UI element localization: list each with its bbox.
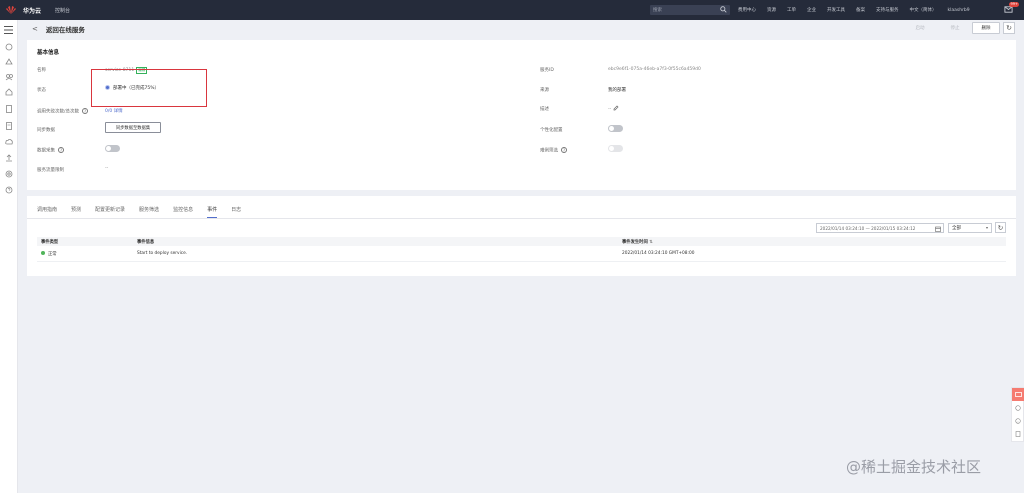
personal-config-label: 个性化配置 <box>540 128 563 133</box>
page-header: < 返回在线服务 <box>27 20 1017 37</box>
event-time-cell: 2022/01/14 03:24:10 GMT+08:00 <box>622 251 695 256</box>
nav-language[interactable]: 中文（简体） <box>910 7 937 13</box>
description-label: 描述 <box>540 107 549 112</box>
file-icon[interactable] <box>5 122 13 130</box>
back-button[interactable]: < <box>32 25 38 33</box>
event-info-cell: Start to deploy service. <box>137 251 188 256</box>
help-icon[interactable]: ? <box>82 108 89 114</box>
support-icon[interactable] <box>5 186 13 194</box>
event-type-cell: 正常 <box>41 251 57 257</box>
table-row: 正常 Start to deploy service. 2022/01/14 0… <box>37 246 1006 262</box>
service-icon[interactable] <box>1015 405 1021 411</box>
service-id-value: ebc9e6f1-075a-46eb-a7f3-0f55c6a459d0 <box>608 67 701 72</box>
sync-data-button[interactable]: 同步数据至数据集 <box>105 122 161 133</box>
users-icon[interactable] <box>5 73 13 81</box>
data-collect-toggle[interactable] <box>105 145 120 152</box>
sort-icon[interactable]: ⇅ <box>649 240 653 245</box>
traffic-limit-label: 服务流量限制 <box>37 168 64 173</box>
refresh-icon: ↻ <box>1006 24 1012 32</box>
brand-name[interactable]: 华为云 <box>23 6 41 15</box>
nav-enterprise[interactable]: 企业 <box>807 7 816 13</box>
basic-info-panel: 基本信息 名称 service-8711 编辑 状态 部署中（已完成75%） 调用… <box>27 40 1016 190</box>
tab-predict[interactable]: 预测 <box>71 206 81 218</box>
tab-events[interactable]: 事件 <box>207 206 218 218</box>
nav-dev-tools[interactable]: 开发工具 <box>827 7 845 13</box>
notification-badge: 99+ <box>1009 2 1020 7</box>
hard-sample-label: 难例筛选? <box>540 147 567 154</box>
delete-button[interactable]: 删除 <box>972 22 1000 34</box>
tab-guide[interactable]: 调用指南 <box>37 206 57 218</box>
event-type-select[interactable]: 全部 ▾ <box>948 223 992 233</box>
sync-data-label: 同步数据 <box>37 128 55 133</box>
nav-fees[interactable]: 费用中心 <box>738 7 756 13</box>
status-highlight-box <box>91 69 207 107</box>
refresh-button[interactable]: ↻ <box>1003 22 1015 34</box>
watermark: @稀土掘金技术社区 <box>846 458 982 476</box>
calendar-icon <box>935 226 941 232</box>
status-label: 状态 <box>37 88 46 93</box>
tab-monitoring[interactable]: 监控信息 <box>173 206 193 218</box>
calls-label: 调用失败次数/总次数? <box>37 108 89 115</box>
col-event-time[interactable]: 事件发生时间 ⇅ <box>622 239 653 245</box>
edit-icon[interactable] <box>613 105 619 111</box>
tab-config-history[interactable]: 配置更新记录 <box>95 206 125 218</box>
tab-bar: 调用指南 预测 配置更新记录 服务筛选 监控信息 事件 日志 <box>37 206 255 218</box>
source-value: 我的部署 <box>608 88 626 93</box>
top-nav-bar: 华为云 控制台 搜索 费用中心 资源 工单 企业 开发工具 备案 支持与服务 中… <box>0 0 1024 20</box>
tab-logs[interactable]: 日志 <box>231 206 241 218</box>
search-icon[interactable] <box>720 6 727 13</box>
start-button[interactable]: 启动 <box>905 22 935 34</box>
document-icon[interactable] <box>1015 431 1021 437</box>
section-title: 基本信息 <box>37 50 60 56</box>
description-value: -- <box>608 105 619 112</box>
global-search-input[interactable]: 搜索 <box>650 5 730 15</box>
calls-value[interactable]: 0/0 详情 <box>105 108 123 114</box>
hard-sample-toggle[interactable] <box>608 145 623 152</box>
huawei-logo-icon[interactable] <box>4 3 18 17</box>
tabs-divider <box>27 218 1016 219</box>
personal-config-toggle[interactable] <box>608 125 623 132</box>
col-event-type: 事件类型 <box>41 239 59 245</box>
nav-tickets[interactable]: 工单 <box>787 7 796 13</box>
traffic-limit-value: -- <box>105 166 109 171</box>
tab-service-filter[interactable]: 服务筛选 <box>139 206 159 218</box>
events-panel: 调用指南 预测 配置更新记录 服务筛选 监控信息 事件 日志 2022/01/1… <box>27 196 1016 276</box>
service-id-label: 服务ID <box>540 68 554 73</box>
nav-support[interactable]: 支持与服务 <box>876 7 899 13</box>
table-header: 事件类型 事件信息 事件发生时间 ⇅ <box>37 237 1006 246</box>
document-icon[interactable] <box>5 105 13 113</box>
nav-user[interactable]: klaashrb9 <box>948 8 970 13</box>
left-sidebar <box>0 20 18 493</box>
date-range-picker[interactable]: 2022/01/14 03:24:10 — 2022/01/15 03:24:1… <box>816 223 944 233</box>
col-event-info: 事件信息 <box>137 239 155 245</box>
menu-icon[interactable] <box>4 26 13 34</box>
floating-toolbar <box>1011 387 1024 442</box>
stop-button[interactable]: 停止 <box>940 22 970 34</box>
events-table: 事件类型 事件信息 事件发生时间 ⇅ 正常 Start to deploy se… <box>37 237 1006 262</box>
dashboard-icon[interactable] <box>5 43 13 51</box>
name-label: 名称 <box>37 68 46 73</box>
home-icon[interactable] <box>5 88 13 96</box>
page-title: 返回在线服务 <box>45 25 85 34</box>
top-nav-links: 费用中心 资源 工单 企业 开发工具 备案 支持与服务 中文（简体） klaas… <box>738 0 981 20</box>
help-icon[interactable]: ? <box>561 147 567 153</box>
source-label: 来源 <box>540 88 549 93</box>
cloud-icon[interactable] <box>5 58 13 66</box>
console-link[interactable]: 控制台 <box>55 7 70 14</box>
help-icon[interactable]: ? <box>58 147 64 153</box>
chevron-down-icon: ▾ <box>985 225 988 230</box>
feedback-icon[interactable] <box>1012 388 1024 401</box>
nav-resources[interactable]: 资源 <box>767 7 776 13</box>
help-center-icon[interactable] <box>1015 418 1021 424</box>
upload-icon[interactable] <box>5 154 13 162</box>
refresh-icon: ↻ <box>997 223 1004 232</box>
settings-icon[interactable] <box>5 170 13 178</box>
cloud-upload-icon[interactable] <box>5 138 13 146</box>
events-refresh-button[interactable]: ↻ <box>995 222 1006 233</box>
data-collect-label: 数据采集? <box>37 147 64 154</box>
nav-filing[interactable]: 备案 <box>856 7 865 13</box>
success-icon <box>41 251 45 255</box>
